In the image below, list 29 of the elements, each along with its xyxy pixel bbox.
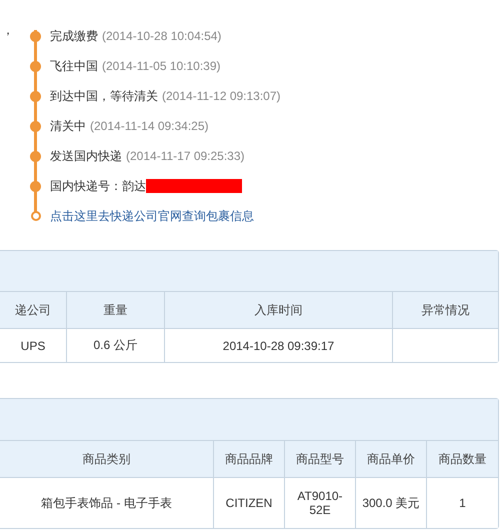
timeline-dot-icon	[30, 120, 41, 132]
status-label: 完成缴费	[50, 28, 98, 44]
column-header: 商品型号	[285, 441, 356, 478]
column-header: 商品数量	[427, 441, 498, 478]
timeline-dot-icon	[30, 150, 41, 162]
status-label: 清关中	[50, 118, 86, 134]
timeline-dot-icon	[30, 180, 41, 192]
timeline-dot-icon	[30, 60, 41, 72]
column-header: 入库时间	[165, 292, 393, 329]
status-time: (2014-11-17 09:25:33)	[126, 149, 245, 163]
column-header: 商品品牌	[214, 441, 285, 478]
column-header: 递公司	[0, 292, 67, 329]
status-time: (2014-11-05 10:10:39)	[102, 59, 221, 73]
column-header: 商品类别	[0, 441, 214, 478]
timeline-dot-icon	[30, 90, 41, 102]
timeline-end-icon	[31, 211, 41, 221]
text-fragment: ，	[1, 22, 15, 39]
column-header: 重量	[67, 292, 165, 329]
tracking-link[interactable]: 点击这里去快递公司官网查询包裹信息	[50, 208, 254, 224]
status-label: 国内快递号：韵达	[50, 178, 146, 194]
timeline-dot-icon	[30, 30, 41, 42]
status-label: 发送国内快递	[50, 148, 122, 164]
status-label: 飞往中国	[50, 58, 98, 74]
status-time: (2014-10-28 10:04:54)	[102, 29, 222, 43]
status-time: (2014-11-12 09:13:07)	[162, 89, 281, 103]
column-header: 异常情况	[393, 292, 498, 329]
status-time: (2014-11-14 09:34:25)	[90, 119, 209, 133]
status-label: 到达中国，等待清关	[50, 88, 158, 104]
column-header: 商品单价	[356, 441, 427, 478]
